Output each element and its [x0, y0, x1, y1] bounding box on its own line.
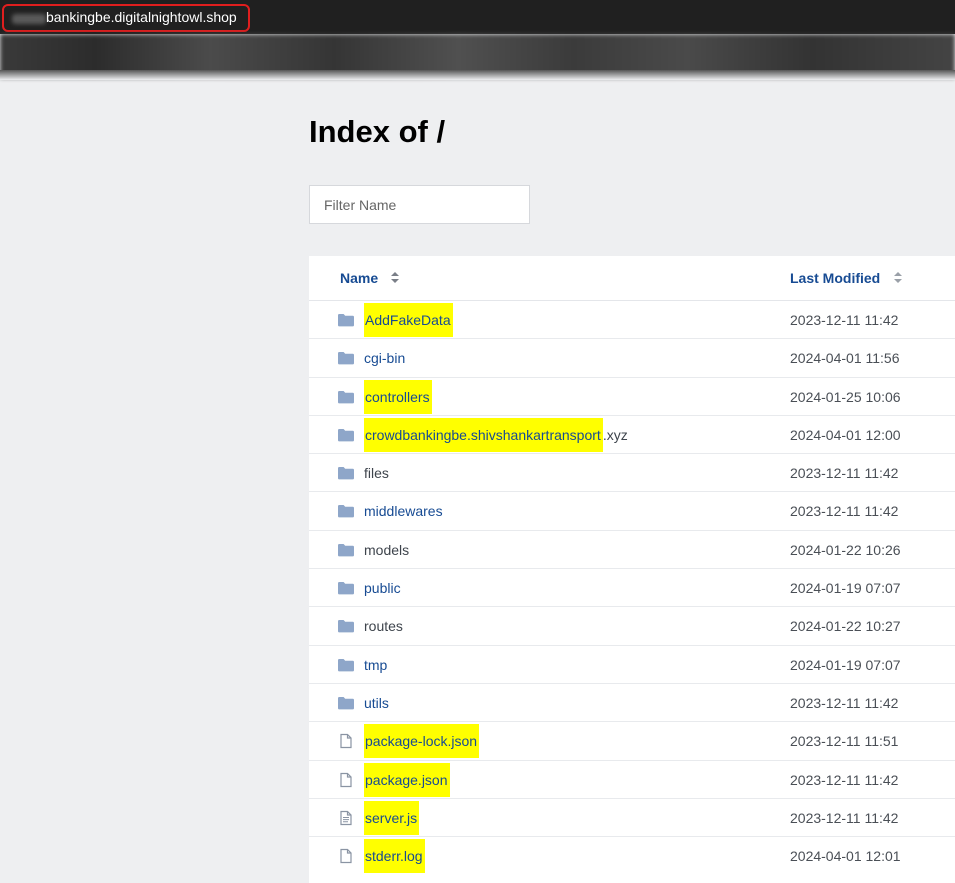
table-row[interactable]: crowdbankingbe.shivshankartransport .xyz 2… [309, 416, 955, 455]
page-title: Index of / [309, 114, 446, 149]
filter-name-input[interactable] [309, 185, 530, 224]
entry-link[interactable]: controllers [364, 379, 432, 414]
last-modified-column-header[interactable]: Last Modified [790, 270, 880, 286]
name-column-header[interactable]: Name [340, 270, 378, 286]
last-modified-cell: 2023-12-11 11:42 [790, 771, 899, 788]
entry-name-cell: files [364, 454, 389, 492]
table-row[interactable]: controllers 2024-01-25 10:06 [309, 378, 955, 416]
table-row[interactable]: tmp 2024-01-19 07:07 [309, 646, 955, 684]
table-row[interactable]: AddFakeData 2023-12-11 11:42 [309, 301, 955, 340]
folder-icon [337, 580, 355, 596]
last-modified-cell: 2024-01-22 10:27 [790, 618, 901, 635]
entry-link[interactable]: models [364, 542, 409, 558]
last-modified-cell: 2024-04-01 12:01 [790, 848, 901, 865]
last-modified-cell: 2024-01-22 10:26 [790, 541, 901, 558]
entry-link[interactable]: cgi-bin [364, 350, 405, 366]
last-modified-cell: 2023-12-11 11:42 [790, 465, 899, 482]
entry-name-cell: stderr.log [364, 837, 425, 875]
address-bar[interactable]: bankingbe.digitalnightowl.shop [2, 4, 250, 32]
entry-link[interactable]: files [364, 465, 389, 481]
entry-name-cell: server.js [364, 799, 420, 837]
entry-name-cell: package-lock.json [364, 722, 480, 760]
table-row[interactable]: files 2023-12-11 11:42 [309, 454, 955, 493]
entry-link[interactable]: public [364, 580, 401, 596]
table-row[interactable]: server.js 2023-12-11 11:42 [309, 799, 955, 838]
entry-name-cell: routes [364, 607, 403, 645]
folder-icon [337, 657, 355, 673]
last-modified-cell: 2023-12-11 11:51 [790, 733, 899, 750]
last-modified-cell: 2023-12-11 11:42 [790, 694, 899, 711]
sort-icon[interactable] [391, 272, 400, 284]
entry-name-cell: models [364, 531, 409, 569]
entry-link[interactable]: utils [364, 695, 389, 711]
table-row[interactable]: cgi-bin 2024-04-01 11:56 [309, 339, 955, 378]
last-modified-cell: 2023-12-11 11:42 [790, 312, 899, 328]
entry-link[interactable]: crowdbankingbe.shivshankartransport [364, 417, 603, 452]
entry-link[interactable]: routes [364, 618, 403, 634]
entry-link[interactable]: package-lock.json [364, 724, 480, 759]
folder-icon [337, 350, 355, 366]
browser-top-bar: bankingbe.digitalnightowl.shop [0, 0, 955, 34]
url-text: bankingbe.digitalnightowl.shop [46, 9, 237, 25]
last-modified-cell: 2023-12-11 11:42 [790, 809, 899, 826]
entry-link[interactable]: stderr.log [364, 839, 425, 874]
entry-link[interactable]: tmp [364, 657, 387, 673]
entry-name-cell: middlewares [364, 492, 443, 530]
entry-link[interactable]: server.js [364, 800, 420, 835]
table-row[interactable]: package-lock.json 2023-12-11 11:51 [309, 722, 955, 761]
entry-name-cell: AddFakeData [364, 301, 453, 339]
last-modified-cell: 2024-04-01 11:56 [790, 350, 900, 367]
folder-icon [337, 389, 355, 405]
entry-name-cell: crowdbankingbe.shivshankartransport .xyz [364, 416, 628, 454]
sort-icon[interactable] [894, 272, 903, 284]
file-listing-table: Name Last Modified AddFakeData 2023-12-11… [309, 256, 955, 883]
entry-link[interactable]: middlewares [364, 503, 443, 519]
table-body: AddFakeData 2023-12-11 11:42 cgi-bin 2024-0… [309, 301, 955, 875]
entry-name-cell: cgi-bin [364, 339, 405, 377]
folder-icon [337, 503, 355, 519]
entry-link[interactable]: AddFakeData [364, 303, 453, 337]
folder-icon [337, 695, 355, 711]
file-icon [337, 733, 355, 749]
redacted-url-prefix [12, 14, 46, 24]
entry-name-cell: controllers [364, 378, 432, 416]
last-modified-cell: 2024-04-01 12:00 [790, 426, 901, 443]
file-text-icon [337, 810, 355, 826]
entry-name-suffix: .xyz [602, 426, 628, 443]
last-modified-cell: 2024-01-19 07:07 [790, 656, 901, 673]
folder-icon [337, 542, 355, 558]
folder-icon [337, 618, 355, 634]
file-icon [337, 772, 355, 788]
entry-name-cell: package.json [364, 761, 450, 799]
table-row[interactable]: routes 2024-01-22 10:27 [309, 607, 955, 646]
last-modified-cell: 2023-12-11 11:42 [790, 503, 899, 520]
folder-icon [337, 465, 355, 481]
table-row[interactable]: stderr.log 2024-04-01 12:01 [309, 837, 955, 875]
table-row[interactable]: public 2024-01-19 07:07 [309, 569, 955, 608]
entry-link[interactable]: package.json [364, 762, 450, 797]
table-header: Name Last Modified [309, 256, 955, 301]
table-row[interactable]: utils 2023-12-11 11:42 [309, 684, 955, 723]
table-row[interactable]: package.json 2023-12-11 11:42 [309, 761, 955, 799]
entry-name-cell: utils [364, 684, 389, 722]
last-modified-cell: 2024-01-25 10:06 [790, 388, 901, 405]
entry-name-cell: public [364, 569, 401, 607]
folder-icon [337, 427, 355, 443]
table-row[interactable]: middlewares 2023-12-11 11:42 [309, 492, 955, 531]
last-modified-cell: 2024-01-19 07:07 [790, 580, 901, 597]
file-icon [337, 848, 355, 864]
table-row[interactable]: models 2024-01-22 10:26 [309, 531, 955, 570]
folder-icon [337, 312, 355, 328]
bookmarks-bar-fade [0, 70, 955, 80]
entry-name-cell: tmp [364, 646, 387, 684]
